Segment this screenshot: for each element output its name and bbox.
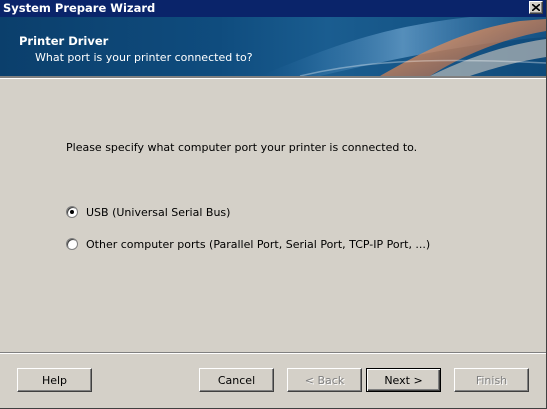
finish-button[interactable]: Finish [454,368,529,392]
header-banner: Printer Driver What port is your printer… [0,17,546,76]
footer-divider [0,352,546,354]
instruction-text: Please specify what computer port your p… [66,141,418,154]
close-icon [532,4,540,11]
window-title: System Prepare Wizard [3,1,156,15]
cancel-button[interactable]: Cancel [199,368,274,392]
page-subheading: What port is your printer connected to? [35,51,253,64]
title-bar[interactable]: System Prepare Wizard [0,0,546,17]
usb-radio[interactable] [66,206,78,218]
wizard-window: System Prepare Wizard Printer Driver Wha… [0,0,547,409]
option-other-ports[interactable]: Other computer ports (Parallel Port, Ser… [66,236,430,252]
page-heading: Printer Driver [19,34,109,48]
other-ports-radio[interactable] [66,238,78,250]
banner-divider [0,76,546,79]
next-button[interactable]: Next > [366,368,441,392]
option-usb[interactable]: USB (Universal Serial Bus) [66,204,230,220]
other-ports-label[interactable]: Other computer ports (Parallel Port, Ser… [86,238,430,251]
help-button[interactable]: Help [17,368,92,392]
close-button[interactable] [529,1,543,14]
usb-label[interactable]: USB (Universal Serial Bus) [86,206,230,219]
back-button[interactable]: < Back [287,368,362,392]
